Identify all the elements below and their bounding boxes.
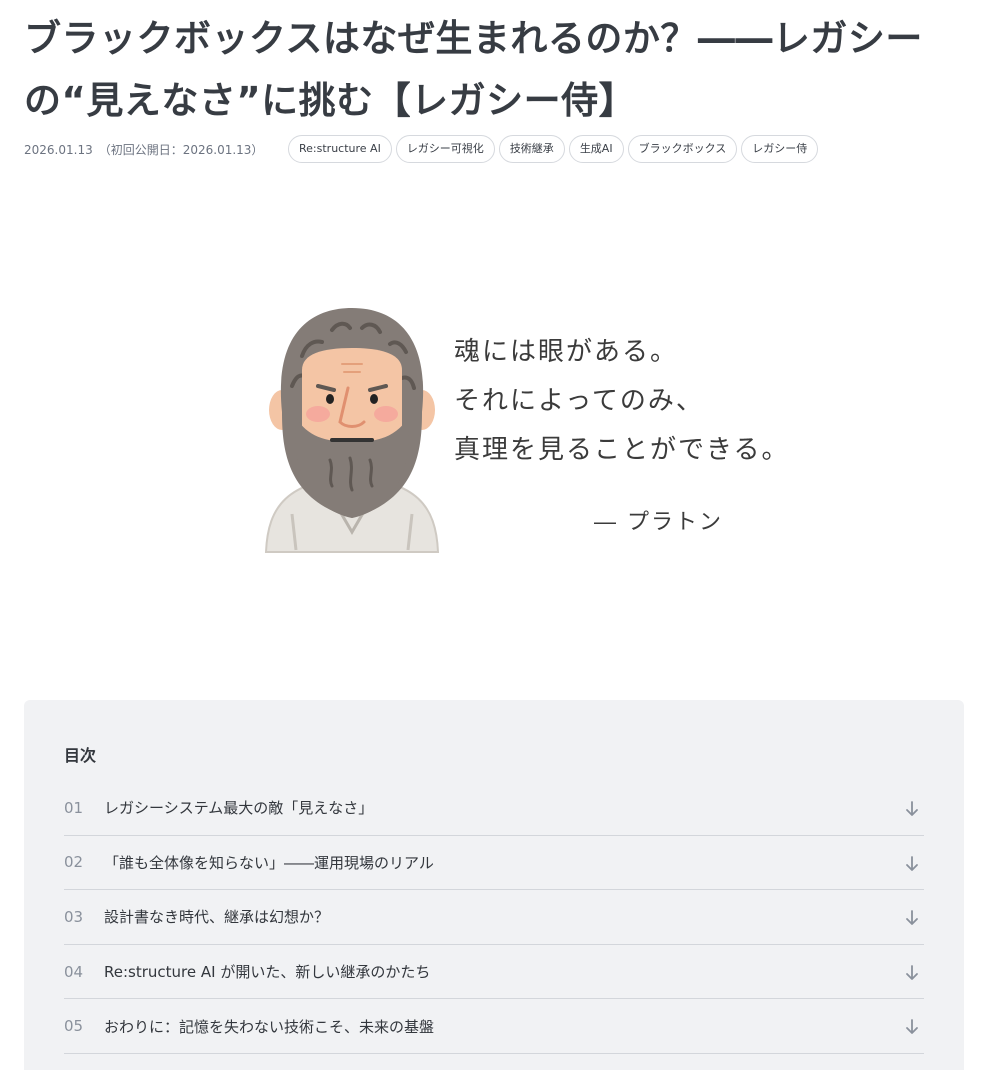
toc-item-01[interactable]: 01 レガシーシステム最大の敵「見えなさ」 xyxy=(64,781,924,836)
tag-black-box[interactable]: ブラックボックス xyxy=(627,135,738,163)
article-title-line-2: の“見えなさ”に挑む【レガシー侍】 xyxy=(24,79,637,122)
toc-item-number: 05 xyxy=(64,1017,84,1036)
article-meta: 2026.01.13 （初回公開日：2026.01.13） Re:structur… xyxy=(24,135,964,163)
arrow-down-icon xyxy=(906,1019,918,1035)
plato-quote: 魂には眼がある。 それによってのみ、 真理を見ることができる。 xyxy=(454,328,789,475)
tag-legacy-visualization[interactable]: レガシー可視化 xyxy=(395,135,495,163)
tag-list: Re:structure AI レガシー可視化 技術継承 生成AI ブラックボッ… xyxy=(288,135,819,163)
toc-item-label: おわりに：記憶を失わない技術こそ、未来の基盤 xyxy=(104,1017,435,1036)
tag-generative-ai[interactable]: 生成AI xyxy=(568,135,624,163)
toc-item-label: Re:structure AI が開いた、新しい継承のかたち xyxy=(104,963,431,982)
arrow-down-icon xyxy=(906,855,918,871)
quote-line-3: 真理を見ることができる。 xyxy=(454,435,790,465)
quote-author: ― プラトン xyxy=(594,510,723,535)
toc-list: 01 レガシーシステム最大の敵「見えなさ」 02 「誰も全体像を知らない」――運… xyxy=(64,781,924,1054)
toc-item-label: レガシーシステム最大の敵「見えなさ」 xyxy=(104,799,374,818)
article-title-line-1: ブラックボックスはなぜ生まれるのか？――レガシー xyxy=(24,17,923,60)
toc-item-05[interactable]: 05 おわりに：記憶を失わない技術こそ、未来の基盤 xyxy=(64,999,924,1054)
quote-line-1: 魂には眼がある。 xyxy=(454,337,679,367)
article-title: ブラックボックスはなぜ生まれるのか？――レガシー の“見えなさ”に挑む【レガシー… xyxy=(24,8,964,132)
tag-legacy-samurai[interactable]: レガシー侍 xyxy=(741,135,819,163)
arrow-down-icon xyxy=(906,801,918,816)
first-published: （初回公開日：2026.01.13） xyxy=(98,143,264,157)
toc-item-number: 01 xyxy=(64,798,84,817)
tag-restructure-ai[interactable]: Re:structure AI xyxy=(288,135,392,163)
toc-heading: 目次 xyxy=(64,746,97,765)
toc-item-label: 「誰も全体像を知らない」――運用現場のリアル xyxy=(104,853,434,872)
date-value: 2026.01.13 xyxy=(24,143,93,157)
toc-item-04[interactable]: 04 Re:structure AI が開いた、新しい継承のかたち xyxy=(64,945,924,1000)
toc-item-number: 03 xyxy=(64,907,84,926)
toc-item-number: 02 xyxy=(64,853,84,872)
publish-date: 2026.01.13 （初回公開日：2026.01.13） xyxy=(24,141,263,158)
quote-line-2: それによってのみ、 xyxy=(454,386,704,416)
hero-image: 魂には眼がある。 それによってのみ、 真理を見ることができる。 ― プラトン xyxy=(262,300,822,560)
tag-tech-inheritance[interactable]: 技術継承 xyxy=(498,135,565,163)
plato-illustration xyxy=(264,308,440,553)
arrow-down-icon xyxy=(906,910,918,926)
toc-item-03[interactable]: 03 設計書なき時代、継承は幻想か？ xyxy=(64,890,924,945)
toc-item-label: 設計書なき時代、継承は幻想か？ xyxy=(104,908,330,927)
arrow-down-icon xyxy=(906,964,918,980)
toc-item-02[interactable]: 02 「誰も全体像を知らない」――運用現場のリアル xyxy=(64,836,924,891)
toc-item-number: 04 xyxy=(64,962,84,981)
table-of-contents: 目次 01 レガシーシステム最大の敵「見えなさ」 02 「誰も全体像を知らない」… xyxy=(24,700,964,1070)
